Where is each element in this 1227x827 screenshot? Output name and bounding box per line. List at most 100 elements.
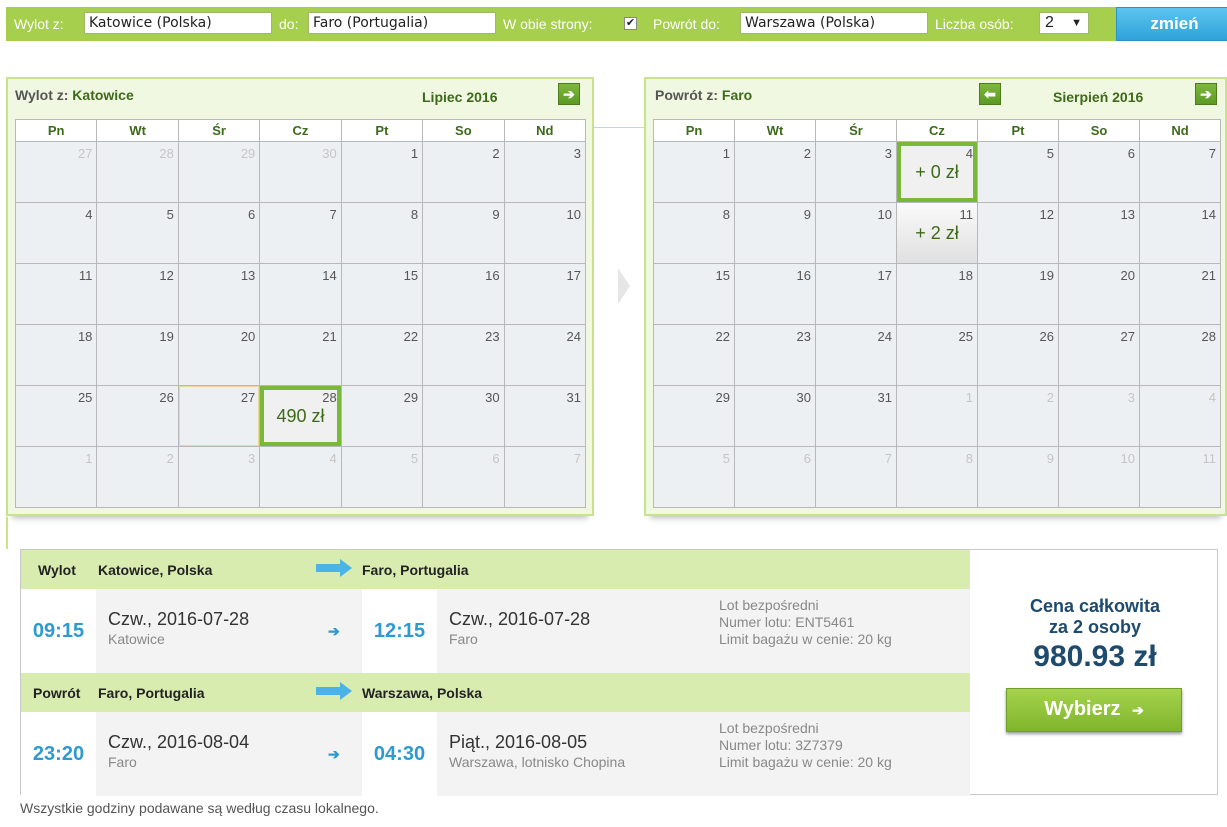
calendar-day[interactable]: 10: [816, 203, 896, 263]
calendar-day[interactable]: 31: [504, 386, 585, 446]
calendar-day[interactable]: 5: [97, 203, 178, 263]
calendar-day[interactable]: 8: [654, 203, 734, 263]
select-button[interactable]: Wybierz ➔: [1006, 688, 1182, 732]
calendar-day[interactable]: 24: [816, 325, 896, 385]
calendar-day[interactable]: 6: [735, 447, 815, 507]
change-button[interactable]: zmień: [1116, 7, 1227, 41]
calendar-day[interactable]: 1: [341, 142, 423, 202]
calendar-day[interactable]: 27: [1059, 325, 1139, 385]
calendar-day[interactable]: 18: [897, 264, 977, 324]
persons-value: 2: [1045, 14, 1054, 31]
arrow-right-icon: ➔: [328, 623, 340, 639]
calendar-day[interactable]: 7: [816, 447, 896, 507]
calendar-day[interactable]: 15: [341, 264, 423, 324]
calendar-day[interactable]: 3: [816, 142, 896, 202]
calendar-day[interactable]: 30: [423, 386, 504, 446]
persons-select[interactable]: 2 ▼: [1039, 12, 1089, 34]
calendar-day[interactable]: 2: [423, 142, 504, 202]
calendar-day[interactable]: 9: [735, 203, 815, 263]
calendar-day[interactable]: 7: [1140, 142, 1220, 202]
return-input[interactable]: Warszawa (Polska): [740, 12, 928, 34]
roundtrip-checkbox[interactable]: ✔: [624, 17, 637, 30]
calendar-day[interactable]: 8: [897, 447, 977, 507]
calendar-day[interactable]: 28: [97, 142, 178, 202]
calendar-day[interactable]: 22: [654, 325, 734, 385]
calendar-day[interactable]: 20: [178, 325, 260, 385]
calendar-day[interactable]: 26: [978, 325, 1058, 385]
calendar-day[interactable]: 28: [1140, 325, 1220, 385]
calendar-day[interactable]: 1: [654, 142, 734, 202]
calendar-day[interactable]: 11 + 2 zł: [897, 203, 977, 263]
calendar-day[interactable]: 15: [654, 264, 734, 324]
from-input[interactable]: Katowice (Polska): [84, 12, 272, 34]
select-button-label: Wybierz: [1044, 698, 1121, 720]
calendar-day[interactable]: 5: [341, 447, 423, 507]
calendar-day[interactable]: 8: [341, 203, 423, 263]
calendar-day[interactable]: 1: [897, 386, 977, 446]
calendar-day[interactable]: 21: [260, 325, 341, 385]
calendar-day[interactable]: 10: [1059, 447, 1139, 507]
calendar-day[interactable]: 14: [1140, 203, 1220, 263]
calendar-day[interactable]: 7: [260, 203, 341, 263]
calendar-day[interactable]: 9: [423, 203, 504, 263]
calendar-day[interactable]: 4: [260, 447, 341, 507]
next-month-button[interactable]: ➔: [1195, 83, 1217, 105]
calendar-day[interactable]: 3: [1059, 386, 1139, 446]
calendar-day[interactable]: 24: [504, 325, 585, 385]
calendar-day[interactable]: 25: [897, 325, 977, 385]
day-number: 31: [877, 390, 892, 405]
calendar-day[interactable]: 19: [978, 264, 1058, 324]
calendar-day[interactable]: 2: [978, 386, 1058, 446]
calendar-day[interactable]: 2: [735, 142, 815, 202]
calendar-day[interactable]: 3: [504, 142, 585, 202]
calendar-day[interactable]: 1: [16, 447, 97, 507]
calendar-day[interactable]: 4: [16, 203, 97, 263]
day-number: 30: [796, 390, 811, 405]
calendar-day[interactable]: 10: [504, 203, 585, 263]
calendar-day[interactable]: 27: [16, 142, 97, 202]
calendar-day[interactable]: 22: [341, 325, 423, 385]
calendar-day[interactable]: 29: [654, 386, 734, 446]
calendar-day[interactable]: 13: [1059, 203, 1139, 263]
calendar-day[interactable]: 11: [16, 264, 97, 324]
calendar-day[interactable]: 6: [1059, 142, 1139, 202]
calendar-day-selected[interactable]: 28 490 zł: [260, 386, 341, 446]
calendar-day[interactable]: 29: [178, 142, 260, 202]
calendar-day[interactable]: 17: [816, 264, 896, 324]
prev-month-button[interactable]: ⬅: [979, 83, 1001, 105]
calendar-day[interactable]: 2: [97, 447, 178, 507]
calendar-day[interactable]: 7: [504, 447, 585, 507]
calendar-day[interactable]: 16: [735, 264, 815, 324]
calendar-day[interactable]: 11: [1140, 447, 1220, 507]
calendar-day[interactable]: 30: [260, 142, 341, 202]
calendar-day[interactable]: 5: [654, 447, 734, 507]
calendar-day[interactable]: 6: [178, 203, 260, 263]
calendar-day[interactable]: 12: [97, 264, 178, 324]
calendar-day[interactable]: 23: [423, 325, 504, 385]
calendar-day[interactable]: 26: [97, 386, 178, 446]
calendar-day[interactable]: 18: [16, 325, 97, 385]
calendar-day[interactable]: 13: [178, 264, 260, 324]
calendar-day[interactable]: 17: [504, 264, 585, 324]
next-month-button[interactable]: ➔: [558, 83, 580, 105]
calendar-day[interactable]: 5: [978, 142, 1058, 202]
calendar-day[interactable]: 23: [735, 325, 815, 385]
to-input[interactable]: Faro (Portugalia): [308, 12, 496, 34]
calendar-day[interactable]: 12: [978, 203, 1058, 263]
calendar-day[interactable]: 20: [1059, 264, 1139, 324]
calendar-day[interactable]: 29: [341, 386, 423, 446]
calendar-day[interactable]: 19: [97, 325, 178, 385]
calendar-day[interactable]: 25: [16, 386, 97, 446]
calendar-day[interactable]: 4: [1140, 386, 1220, 446]
calendar-day-selected[interactable]: 4 + 0 zł: [897, 142, 977, 202]
outbound-dep-city: Katowice: [108, 631, 165, 647]
calendar-day[interactable]: 14: [260, 264, 341, 324]
calendar-day[interactable]: 3: [178, 447, 260, 507]
calendar-day[interactable]: 21: [1140, 264, 1220, 324]
calendar-day[interactable]: 9: [978, 447, 1058, 507]
calendar-day[interactable]: 31: [816, 386, 896, 446]
calendar-day[interactable]: 6: [423, 447, 504, 507]
calendar-day[interactable]: 27: [178, 386, 260, 446]
calendar-day[interactable]: 30: [735, 386, 815, 446]
calendar-day[interactable]: 16: [423, 264, 504, 324]
